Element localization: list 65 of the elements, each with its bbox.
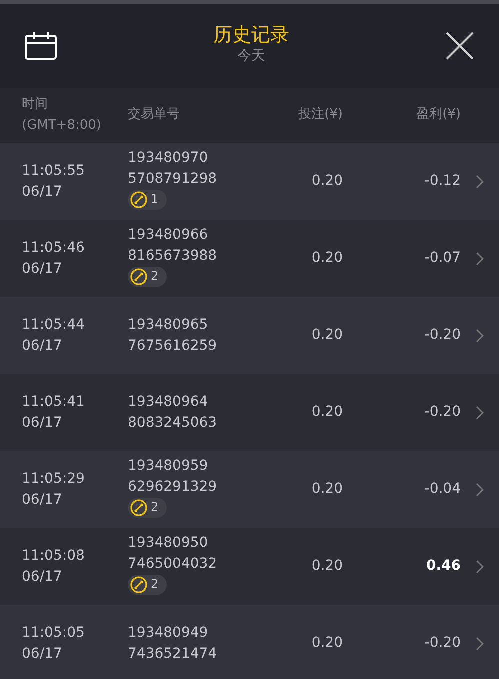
date-text: 06/17 bbox=[22, 336, 64, 356]
time-text: 11:05:55 bbox=[22, 162, 86, 180]
chevron-right-icon bbox=[476, 406, 484, 420]
record-row[interactable]: 11:05:55 06/17 193480970 5708791298 1 0.20 -0.12 bbox=[0, 143, 499, 220]
chevron-right-icon bbox=[476, 636, 484, 650]
chevron-right-icon bbox=[476, 328, 484, 342]
chevron-right-icon bbox=[476, 252, 484, 266]
stake-amount: 0.20 bbox=[312, 327, 343, 343]
order-number: 193480959 bbox=[128, 456, 210, 476]
column-header: 交易单号 bbox=[128, 107, 180, 122]
order-number: 193480965 bbox=[128, 316, 210, 334]
chevron-right-icon bbox=[476, 560, 484, 574]
profit-amount: -0.04 bbox=[424, 481, 461, 497]
stake-amount: 0.20 bbox=[312, 635, 343, 651]
count-badge: 2 bbox=[128, 498, 167, 518]
stake-amount: 0.20 bbox=[312, 173, 343, 189]
order-number: 193480950 bbox=[128, 534, 210, 552]
stake-amount: 0.20 bbox=[312, 404, 343, 420]
time-text: 11:05:08 bbox=[22, 546, 86, 566]
date-text: 06/17 bbox=[22, 644, 64, 664]
order-number: 5708791298 bbox=[128, 170, 218, 188]
time-text: 11:05:46 bbox=[22, 238, 86, 258]
column-header: 投注(¥) bbox=[298, 107, 343, 122]
calendar-icon[interactable] bbox=[24, 31, 58, 61]
record-row[interactable]: 11:05:29 06/17 193480959 6296291329 2 0.20 -0.04 bbox=[0, 451, 499, 528]
record-row[interactable]: 11:05:05 06/17 193480949 7436521474 0.20 -0.20 bbox=[0, 605, 499, 679]
chevron-right-icon bbox=[476, 174, 484, 188]
profit-amount: -0.20 bbox=[424, 327, 461, 343]
record-row[interactable]: 11:05:44 06/17 193480965 7675616259 0.20 -0.20 bbox=[0, 297, 499, 374]
column-header: 盈利(¥) bbox=[416, 107, 461, 122]
time-text: 11:05:41 bbox=[22, 392, 86, 412]
order-number: 8083245063 bbox=[128, 414, 218, 432]
profit-amount: -0.12 bbox=[424, 173, 461, 189]
time-text: 11:05:29 bbox=[22, 470, 86, 488]
date-text: 06/17 bbox=[22, 490, 64, 510]
date-text: 06/17 bbox=[22, 568, 64, 586]
profit-amount: -0.20 bbox=[424, 635, 461, 651]
stake-amount: 0.20 bbox=[312, 481, 343, 497]
date-text: 06/17 bbox=[22, 414, 64, 432]
time-text: 11:05:05 bbox=[22, 624, 86, 642]
column-header: 时间 (GMT+8:00) bbox=[22, 96, 102, 132]
order-number: 7465004032 bbox=[128, 554, 218, 574]
order-number: 8165673988 bbox=[128, 246, 218, 266]
chevron-right-icon bbox=[476, 482, 484, 496]
order-number: 193480964 bbox=[128, 392, 210, 412]
order-number: 7675616259 bbox=[128, 336, 218, 356]
count-badge: 2 bbox=[128, 266, 167, 286]
count-badge: 1 bbox=[128, 190, 167, 210]
close-icon[interactable] bbox=[445, 31, 475, 61]
profit-amount: 0.46 bbox=[426, 558, 461, 574]
time-text: 11:05:44 bbox=[22, 316, 86, 334]
stake-amount: 0.20 bbox=[312, 558, 343, 574]
count-badge: 2 bbox=[128, 574, 167, 594]
order-number: 193480970 bbox=[128, 148, 210, 168]
profit-amount: -0.07 bbox=[424, 250, 461, 266]
date-filter-label: 今天 bbox=[236, 46, 266, 66]
date-text: 06/17 bbox=[22, 182, 64, 202]
profit-amount: -0.20 bbox=[424, 404, 461, 420]
order-number: 193480966 bbox=[128, 226, 210, 244]
date-text: 06/17 bbox=[22, 260, 64, 278]
order-number: 7436521474 bbox=[128, 644, 218, 664]
stake-amount: 0.20 bbox=[312, 250, 343, 266]
page-title: 历史记录 bbox=[214, 25, 290, 46]
order-number: 6296291329 bbox=[128, 478, 218, 496]
order-number: 193480949 bbox=[128, 624, 210, 642]
